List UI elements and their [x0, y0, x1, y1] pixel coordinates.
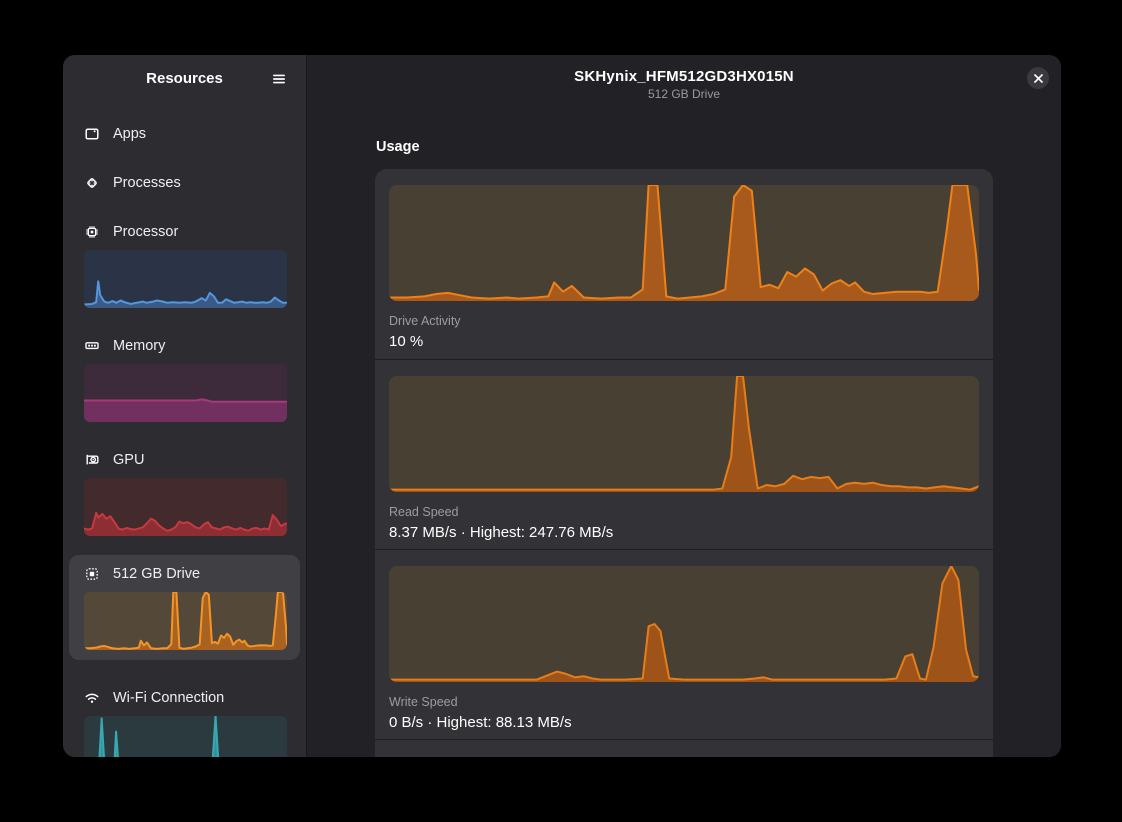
drive-activity-value: 10 %	[389, 333, 979, 350]
sidebar-item-label: GPU	[113, 452, 144, 468]
sidebar: Resources Apps	[63, 55, 307, 757]
drive-mini-graph	[84, 592, 287, 650]
read-speed-row: Read Speed 8.37 MB/s · Highest: 247.76 M…	[375, 359, 993, 549]
detail-header: SKHynix_HFM512GD3HX015N 512 GB Drive	[307, 55, 1061, 105]
close-icon	[1034, 74, 1043, 83]
drive-subtitle: 512 GB Drive	[648, 87, 720, 101]
sidebar-item-processes[interactable]: Processes	[69, 164, 300, 197]
wifi-icon	[84, 690, 100, 706]
sidebar-item-processor[interactable]: Processor	[69, 213, 300, 308]
sidebar-header: Resources	[63, 57, 306, 101]
resources-app-window: Resources Apps	[63, 55, 1061, 757]
sidebar-item-label: Apps	[113, 126, 146, 142]
close-button[interactable]	[1027, 67, 1049, 89]
processor-icon	[84, 224, 100, 240]
write-speed-label: Write Speed	[389, 695, 979, 709]
apps-icon	[84, 126, 100, 142]
read-speed-value: 8.37 MB/s · Highest: 247.76 MB/s	[389, 524, 979, 541]
sidebar-item-label: Processes	[113, 175, 181, 191]
read-speed-chart	[389, 376, 979, 492]
write-speed-value: 0 B/s · Highest: 88.13 MB/s	[389, 714, 979, 731]
hamburger-menu-icon	[271, 71, 287, 87]
usage-section-title: Usage	[376, 139, 993, 155]
sidebar-item-memory[interactable]: Memory	[69, 327, 300, 422]
read-speed-label: Read Speed	[389, 505, 979, 519]
drive-activity-chart	[389, 185, 979, 301]
sidebar-list: Apps Processes	[63, 101, 306, 757]
drive-activity-label: Drive Activity	[389, 314, 979, 328]
memory-mini-graph	[84, 364, 287, 422]
drive-title: SKHynix_HFM512GD3HX015N	[574, 68, 794, 85]
processor-mini-graph	[84, 250, 287, 308]
gpu-mini-graph	[84, 478, 287, 536]
sidebar-item-label: Wi-Fi Connection	[113, 690, 224, 706]
sidebar-title: Resources	[146, 70, 223, 87]
sidebar-item-drive[interactable]: 512 GB Drive	[69, 555, 300, 660]
drive-detail-pane: SKHynix_HFM512GD3HX015N 512 GB Drive Usa…	[307, 55, 1061, 757]
drive-activity-row: Drive Activity 10 %	[375, 169, 993, 359]
sidebar-item-wifi[interactable]: Wi-Fi Connection	[69, 679, 300, 757]
detail-scroll-area[interactable]: Usage Drive Activity 10 % Read Speed 8.3…	[307, 105, 1061, 757]
write-speed-chart	[389, 566, 979, 682]
sidebar-item-label: 512 GB Drive	[113, 566, 200, 582]
write-speed-row: Write Speed 0 B/s · Highest: 88.13 MB/s	[375, 549, 993, 739]
usage-card-group: Drive Activity 10 % Read Speed 8.37 MB/s…	[375, 169, 993, 757]
sidebar-item-apps[interactable]: Apps	[69, 115, 300, 148]
processes-icon	[84, 175, 100, 191]
drive-icon	[84, 566, 100, 582]
gpu-icon	[84, 452, 100, 468]
memory-icon	[84, 338, 100, 354]
sidebar-item-gpu[interactable]: GPU	[69, 441, 300, 536]
wifi-mini-graph	[84, 716, 287, 757]
main-menu-button[interactable]	[264, 64, 294, 94]
total-read-row: Total Read	[375, 739, 993, 757]
sidebar-item-label: Processor	[113, 224, 178, 240]
sidebar-item-label: Memory	[113, 338, 165, 354]
